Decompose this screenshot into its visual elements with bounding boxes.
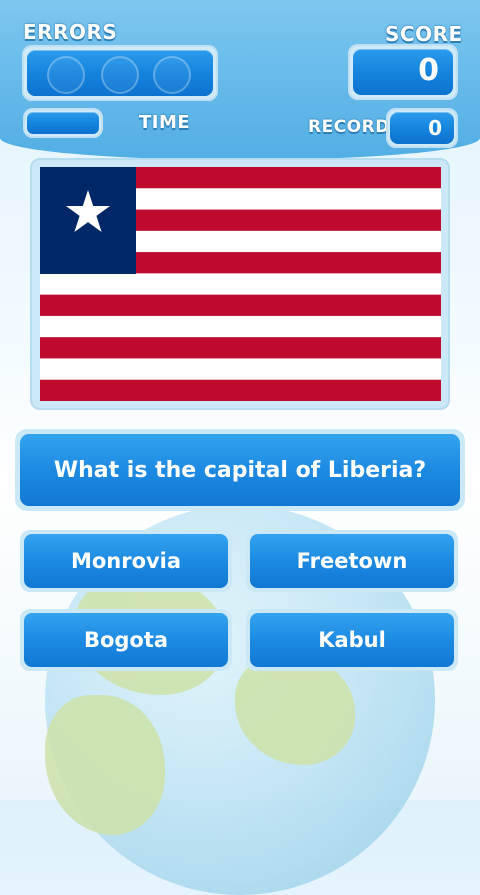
error-slot [153, 56, 191, 94]
flag-stripe [40, 337, 441, 359]
flag-stripe [40, 294, 441, 317]
answer-label: Freetown [296, 549, 408, 573]
answer-label: Kabul [318, 628, 386, 652]
landmass [45, 695, 165, 835]
record-value: 0 [428, 116, 442, 140]
flag-stripe [40, 315, 441, 338]
answer-button-1[interactable]: Monrovia [24, 534, 228, 588]
errors-label: ERRORS [23, 20, 118, 44]
error-slot [47, 56, 85, 94]
score-box: 0 [353, 49, 453, 95]
answer-button-4[interactable]: Kabul [250, 613, 454, 667]
liberia-flag [40, 167, 441, 401]
flag-stripe [40, 358, 441, 381]
error-slot [101, 56, 139, 94]
time-bar [27, 112, 99, 134]
score-label: SCORE [385, 22, 463, 46]
answer-label: Monrovia [70, 549, 182, 573]
errors-box [27, 50, 213, 96]
flag-stripe [40, 273, 441, 296]
time-label: TIME [139, 112, 191, 133]
question-text: What is the capital of Liberia? [53, 457, 427, 483]
record-box: 0 [390, 112, 454, 144]
record-label: RECORD [308, 117, 390, 137]
flag-stripe [40, 379, 441, 401]
answer-label: Bogota [83, 628, 169, 652]
score-value: 0 [418, 53, 439, 88]
landmass [235, 655, 355, 765]
answer-button-2[interactable]: Freetown [250, 534, 454, 588]
question-banner: What is the capital of Liberia? [20, 434, 460, 506]
answer-button-3[interactable]: Bogota [24, 613, 228, 667]
